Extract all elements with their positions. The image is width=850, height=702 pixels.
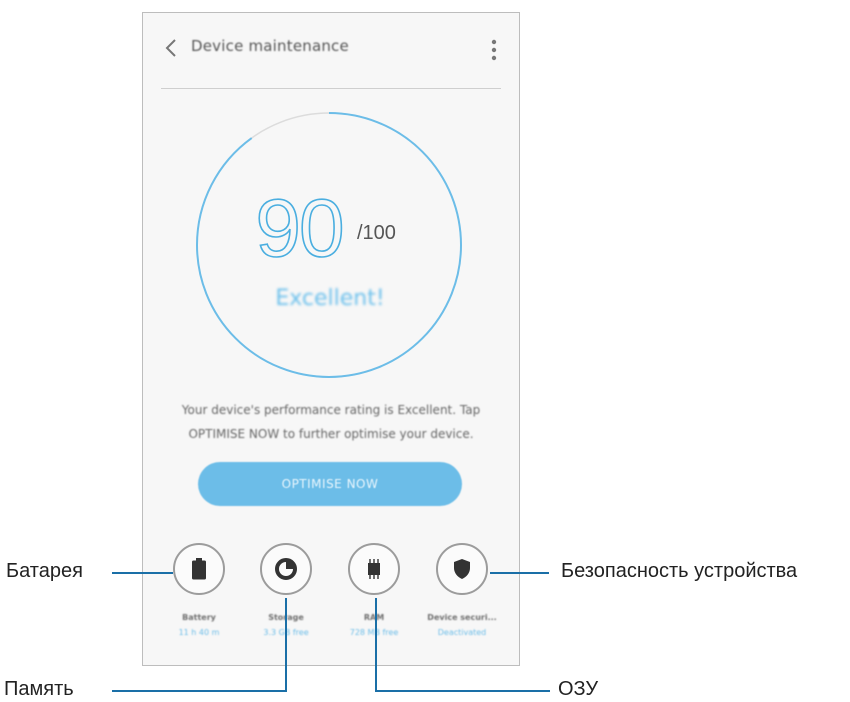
callout-device-security: Безопасность устройства xyxy=(561,560,798,582)
callout-storage: Память xyxy=(4,678,74,700)
callout-ram: ОЗУ xyxy=(558,678,599,700)
callout-lines xyxy=(112,572,550,692)
callout-battery: Батарея xyxy=(6,560,83,582)
